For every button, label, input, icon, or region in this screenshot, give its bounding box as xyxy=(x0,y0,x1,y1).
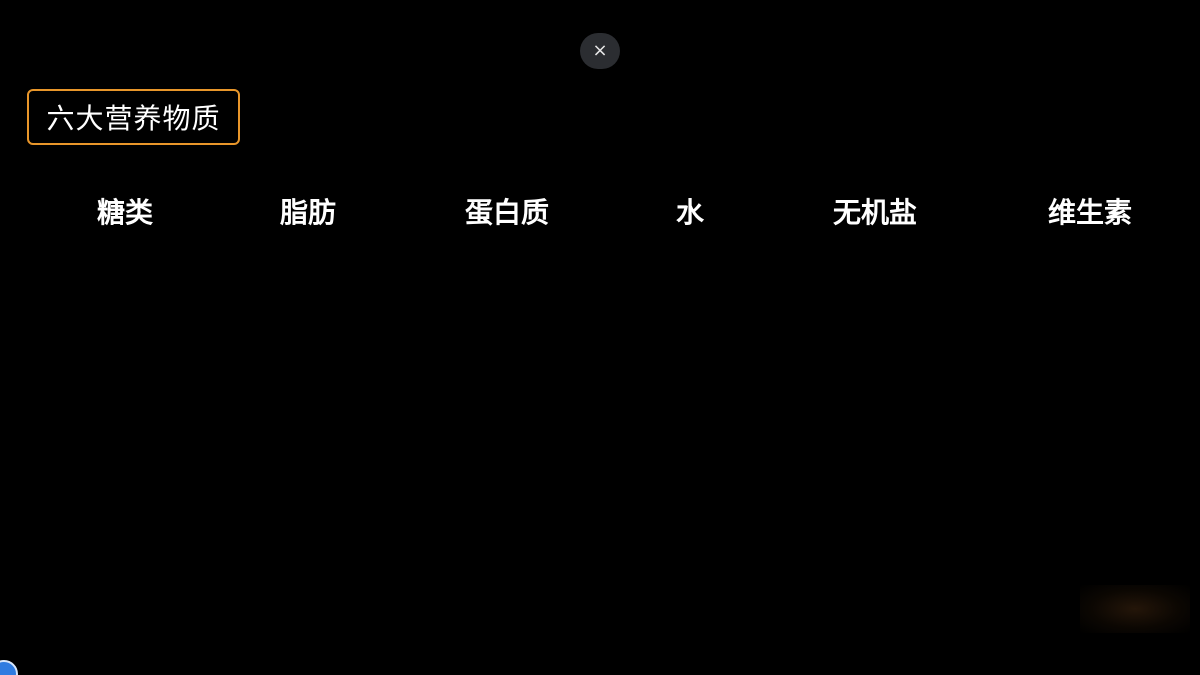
nutrient-item-vitamins: 维生素 xyxy=(1047,196,1132,229)
close-button[interactable]: × xyxy=(580,33,620,69)
close-icon[interactable]: × xyxy=(592,42,607,60)
nutrient-item-fats: 脂肪 xyxy=(279,196,336,229)
nutrient-item-carbohydrates: 糖类 xyxy=(96,196,153,229)
background-glow xyxy=(1080,585,1190,633)
nutrient-item-protein: 蛋白质 xyxy=(464,196,549,229)
page-title: 六大营养物质 xyxy=(27,89,240,145)
nutrient-item-minerals: 无机盐 xyxy=(832,196,917,229)
corner-indicator-icon[interactable] xyxy=(0,660,18,675)
nutrient-item-water: 水 xyxy=(675,196,704,229)
